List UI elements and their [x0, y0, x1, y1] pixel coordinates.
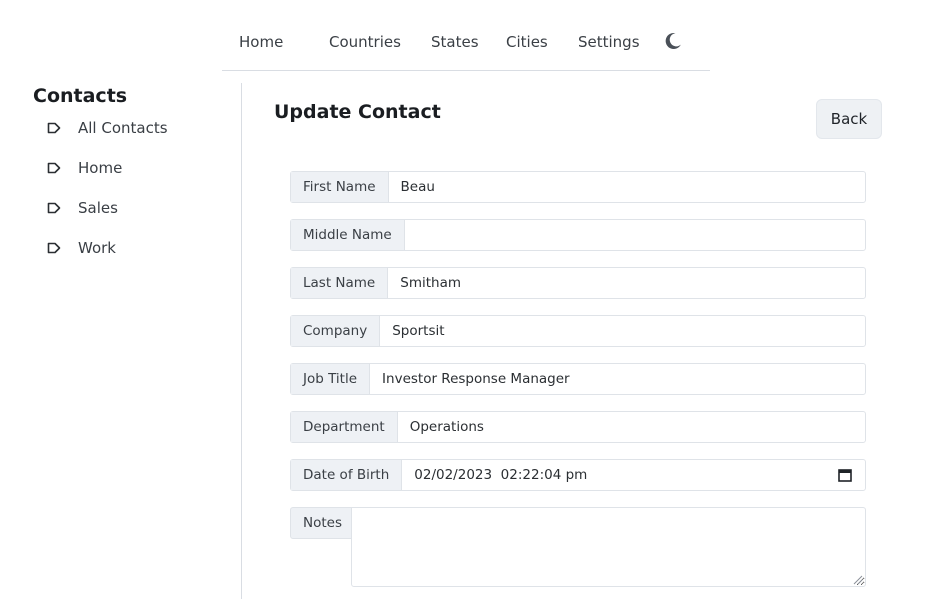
date-of-birth-input[interactable]	[402, 460, 837, 490]
last-name-input[interactable]	[388, 268, 865, 298]
sidebar-item-label: All Contacts	[78, 119, 168, 137]
notes-textarea[interactable]	[351, 507, 866, 587]
last-name-field: Last Name	[290, 267, 866, 299]
back-button[interactable]: Back	[816, 99, 882, 139]
tag-icon	[47, 162, 61, 174]
middle-name-field: Middle Name	[290, 219, 866, 251]
job-title-field: Job Title	[290, 363, 866, 395]
department-label: Department	[291, 412, 398, 442]
notes-label: Notes	[290, 507, 355, 539]
sidebar-item-work[interactable]: Work	[47, 237, 116, 259]
sidebar-divider	[241, 83, 242, 599]
resize-handle-icon[interactable]	[852, 574, 863, 585]
sidebar-item-label: Sales	[78, 199, 118, 217]
first-name-input[interactable]	[388, 172, 865, 202]
calendar-icon[interactable]	[837, 467, 853, 483]
sidebar-item-all-contacts[interactable]: All Contacts	[47, 117, 168, 139]
job-title-input[interactable]	[370, 364, 865, 394]
tag-icon	[47, 202, 61, 214]
sidebar-item-label: Home	[78, 159, 123, 177]
company-field: Company	[290, 315, 866, 347]
page: Home Countries States Cities Settings Co…	[0, 0, 930, 599]
page-title: Update Contact	[274, 101, 441, 123]
sidebar-title: Contacts	[33, 85, 128, 107]
date-of-birth-label: Date of Birth	[291, 460, 403, 490]
nav-countries[interactable]: Countries	[329, 33, 401, 51]
nav-home[interactable]: Home	[239, 33, 283, 51]
middle-name-input[interactable]	[404, 220, 865, 250]
company-input[interactable]	[380, 316, 865, 346]
middle-name-label: Middle Name	[291, 220, 405, 250]
top-navigation: Home Countries States Cities Settings	[222, 20, 710, 71]
first-name-field: First Name	[290, 171, 866, 203]
first-name-label: First Name	[291, 172, 389, 202]
company-label: Company	[291, 316, 381, 346]
date-of-birth-field: Date of Birth	[290, 459, 866, 491]
moon-icon[interactable]	[663, 31, 683, 51]
nav-settings[interactable]: Settings	[578, 33, 640, 51]
last-name-label: Last Name	[291, 268, 389, 298]
department-input[interactable]	[397, 412, 865, 442]
sidebar-item-label: Work	[78, 239, 116, 257]
job-title-label: Job Title	[291, 364, 371, 394]
sidebar-item-sales[interactable]: Sales	[47, 197, 118, 219]
tag-icon	[47, 122, 61, 134]
nav-states[interactable]: States	[431, 33, 479, 51]
tag-icon	[47, 242, 61, 254]
department-field: Department	[290, 411, 866, 443]
nav-cities[interactable]: Cities	[506, 33, 548, 51]
sidebar-item-home[interactable]: Home	[47, 157, 122, 179]
